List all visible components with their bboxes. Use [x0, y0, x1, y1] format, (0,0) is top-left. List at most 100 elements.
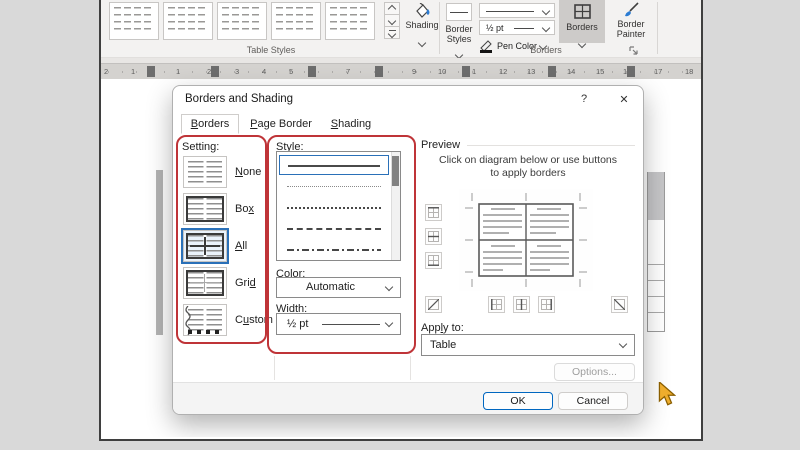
line-weight-value: ½ pt: [486, 23, 504, 33]
setting-icon-part: [188, 330, 222, 334]
setting-icon-part: [186, 233, 224, 259]
options-label: Options...: [572, 366, 617, 378]
style-listbox[interactable]: [276, 151, 401, 261]
table-style-thumbnail[interactable]: [217, 2, 267, 40]
table-style-thumbnail[interactable]: [163, 2, 213, 40]
preview-diagram[interactable]: [459, 189, 593, 291]
top-border-button[interactable]: [425, 204, 442, 221]
tab-page-border[interactable]: Page Border: [243, 114, 319, 134]
line-weight-dropdown[interactable]: ½ pt: [479, 20, 555, 35]
tab-borders[interactable]: Borders: [181, 114, 239, 134]
chevron-down-icon: [542, 7, 550, 15]
borders-button[interactable]: Borders: [559, 0, 605, 43]
style-option-solid[interactable]: [279, 155, 389, 175]
ruler-number: 2: [104, 67, 108, 76]
table-style-preview: [222, 7, 262, 35]
ruler-column-marker[interactable]: [211, 66, 219, 77]
dialog-title: Borders and Shading: [185, 93, 293, 105]
close-icon: ✕: [619, 93, 628, 106]
line-style-sample: [287, 249, 381, 251]
borders-dialog-launcher[interactable]: [629, 46, 638, 55]
table-style-preview: [114, 7, 154, 35]
options-button[interactable]: Options...: [554, 363, 635, 381]
ruler-number: 12: [499, 67, 507, 76]
bottom-border-icon: [428, 255, 439, 266]
setting-option-all[interactable]: [183, 230, 227, 262]
ruler-number: 1: [131, 67, 135, 76]
diagonal-up-border-button[interactable]: [425, 296, 442, 313]
ruler-number: 5: [289, 67, 293, 76]
inside-vertical-border-button[interactable]: [513, 296, 530, 313]
bottom-border-button[interactable]: [425, 252, 442, 269]
left-border-icon: [491, 299, 502, 310]
ruler-column-marker[interactable]: [308, 66, 316, 77]
style-option-dashed[interactable]: [279, 218, 389, 238]
ruler-ticks: [108, 71, 694, 73]
cancel-label: Cancel: [577, 395, 610, 407]
inside-horizontal-border-icon: [428, 231, 439, 242]
table-style-thumbnail[interactable]: [271, 2, 321, 40]
style-list-scrollbar[interactable]: [391, 152, 400, 260]
tab-shading-label: Shading: [331, 118, 371, 130]
left-border-button[interactable]: [488, 296, 505, 313]
screenshot-stage: Shading Border Styles: [0, 0, 800, 450]
border-styles-label: Border Styles: [443, 24, 475, 44]
borders-and-shading-dialog: Borders and Shading ? ✕ Borders Page Bor…: [172, 85, 644, 415]
chevron-down-icon: [388, 30, 396, 38]
shading-label: Shading: [404, 20, 440, 30]
setting-label: Setting:: [182, 141, 219, 153]
table-edge-behind-dialog: [156, 170, 163, 335]
ruler-column-marker[interactable]: [627, 66, 635, 77]
group-separator: [657, 2, 658, 54]
setting-icon-part: [188, 309, 222, 331]
gallery-more-button[interactable]: [384, 26, 400, 39]
setting-icon-part: [190, 282, 220, 283]
column-divider: [410, 356, 411, 380]
top-border-icon: [428, 207, 439, 218]
style-option-dash-dot[interactable]: [279, 239, 389, 259]
setting-option-none[interactable]: [183, 156, 227, 188]
ruler-column-marker[interactable]: [375, 66, 383, 77]
ruler-column-marker[interactable]: [462, 66, 470, 77]
line-style-sample: [287, 228, 381, 230]
setting-option-box[interactable]: [183, 193, 227, 225]
chevron-up-icon: [388, 4, 396, 12]
diagonal-down-border-button[interactable]: [611, 296, 628, 313]
setting-option-custom[interactable]: [183, 304, 227, 336]
style-option-dotted-fine[interactable]: [279, 176, 389, 196]
style-option-dotted[interactable]: [279, 197, 389, 217]
ruler-column-marker[interactable]: [147, 66, 155, 77]
ok-button[interactable]: OK: [483, 392, 553, 410]
shading-button[interactable]: Shading: [404, 2, 440, 54]
preview-table-drawing: [459, 189, 593, 291]
inside-vertical-border-icon: [516, 299, 527, 310]
right-border-button[interactable]: [538, 296, 555, 313]
cancel-button[interactable]: Cancel: [558, 392, 628, 410]
color-dropdown[interactable]: Automatic: [276, 277, 401, 298]
line-style-sample: [486, 11, 534, 12]
right-border-icon: [541, 299, 552, 310]
table-style-thumbnail[interactable]: [109, 2, 159, 40]
inside-horizontal-border-button[interactable]: [425, 228, 442, 245]
help-button[interactable]: ?: [567, 86, 601, 112]
setting-option-grid[interactable]: [183, 267, 227, 299]
setting-option-label-all: All: [235, 240, 247, 252]
borders-grid-icon: [574, 4, 591, 19]
width-dropdown[interactable]: ½ pt: [276, 313, 401, 335]
apply-to-dropdown[interactable]: Table: [421, 334, 635, 356]
scrollbar-thumb[interactable]: [392, 156, 399, 186]
close-button[interactable]: ✕: [607, 86, 641, 112]
line-style-sample: [287, 186, 381, 187]
setting-option-label-custom: Custom: [235, 314, 273, 326]
line-style-sample: [287, 207, 381, 209]
horizontal-ruler[interactable]: 21123457910112131415161718: [101, 63, 701, 80]
document-area[interactable]: Borders and Shading ? ✕ Borders Page Bor…: [101, 79, 701, 437]
ruler-column-marker[interactable]: [548, 66, 556, 77]
ribbon: Shading Border Styles: [101, 0, 701, 58]
help-icon: ?: [581, 93, 587, 105]
tab-shading[interactable]: Shading: [323, 114, 379, 134]
chevron-down-icon: [388, 16, 396, 24]
diagonal-down-icon: [614, 299, 625, 310]
line-style-dropdown[interactable]: [479, 3, 555, 18]
table-style-thumbnail[interactable]: [325, 2, 375, 40]
